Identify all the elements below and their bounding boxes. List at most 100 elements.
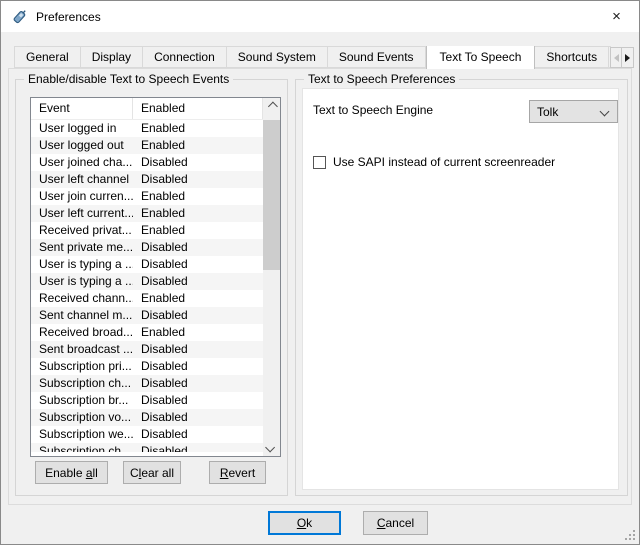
engine-label: Text to Speech Engine [313,103,433,117]
list-scrollbar[interactable] [263,98,280,456]
tab[interactable]: Shortcuts [535,46,609,68]
event-status-cell: Disabled [133,375,263,392]
event-row[interactable]: User join curren... Enabled [31,188,263,205]
event-row[interactable]: Subscription pri... Disabled [31,358,263,375]
event-name-cell: Subscription pri... [31,358,133,375]
tts-preferences-panel: Text to Speech Engine Tolk Use SAPI inst… [302,88,619,490]
close-button[interactable]: × [594,1,639,31]
event-row[interactable]: Received privat... Enabled [31,222,263,239]
revert-button[interactable]: Revert [209,461,266,484]
event-row[interactable]: User left channel Disabled [31,171,263,188]
event-row[interactable]: Subscription vo... Disabled [31,409,263,426]
tts-group-title: Text to Speech Preferences [304,72,459,86]
close-icon: × [612,8,621,25]
event-name-cell: Received privat... [31,222,133,239]
event-row[interactable]: Received chann... Enabled [31,290,263,307]
event-status-cell: Disabled [133,341,263,358]
event-status-cell: Disabled [133,273,263,290]
tab-label: General [26,50,69,64]
event-row[interactable]: User joined cha... Disabled [31,154,263,171]
event-row[interactable]: Subscription br... Disabled [31,392,263,409]
list-rows: User logged in Enabled User logged out E… [31,120,263,452]
event-row[interactable]: User left current... Enabled [31,205,263,222]
events-group-title: Enable/disable Text to Speech Events [24,72,233,86]
event-row[interactable]: Subscription ch... Disabled [31,443,263,452]
clear-all-button[interactable]: Clear all [123,461,181,484]
window-title: Preferences [36,10,101,24]
event-status-cell: Enabled [133,120,263,137]
event-status-cell: Enabled [133,222,263,239]
app-icon [11,8,28,25]
scrollbar-thumb[interactable] [263,120,280,270]
event-status-cell: Disabled [133,443,263,452]
tab-label: Display [92,50,131,64]
event-row[interactable]: Sent private me... Disabled [31,239,263,256]
event-row[interactable]: Subscription we... Disabled [31,426,263,443]
event-name-cell: Subscription ch... [31,443,133,452]
event-status-cell: Enabled [133,137,263,154]
event-name-cell: Subscription we... [31,426,133,443]
tab-label: Connection [154,50,215,64]
tab-label: Sound Events [339,50,414,64]
chevron-down-icon [600,107,610,117]
event-row[interactable]: Received broad... Enabled [31,324,263,341]
sapi-checkbox-row[interactable]: Use SAPI instead of current screenreader [313,155,555,169]
event-status-cell: Disabled [133,409,263,426]
event-status-cell: Enabled [133,188,263,205]
tts-engine-select[interactable]: Tolk [529,100,618,123]
tts-events-list[interactable]: Event Enabled User logged in Enabled Use… [30,97,281,457]
tab-scroll-right-button[interactable] [622,47,634,68]
event-row[interactable]: Sent channel m... Disabled [31,307,263,324]
tts-engine-value: Tolk [537,105,558,119]
sapi-checkbox-label: Use SAPI instead of current screenreader [333,155,555,169]
ok-button[interactable]: Ok [268,511,341,535]
tab-label: Text To Speech [440,50,522,64]
tab[interactable]: Sound System [227,46,328,68]
event-row[interactable]: User logged out Enabled [31,137,263,154]
event-row[interactable]: User is typing a ... Disabled [31,273,263,290]
tab[interactable]: Connection [143,46,227,68]
scroll-down-button[interactable] [263,439,280,456]
event-status-cell: Enabled [133,290,263,307]
event-name-cell: Received chann... [31,290,133,307]
event-status-cell: Enabled [133,324,263,341]
tab[interactable]: Text To Speech [426,46,536,69]
event-name-cell: User is typing a ... [31,273,133,290]
event-name-cell: User joined cha... [31,154,133,171]
event-status-cell: Disabled [133,239,263,256]
event-name-cell: User logged in [31,120,133,137]
tab-scroll-left-button[interactable] [610,47,622,68]
arrow-left-icon [610,54,619,62]
tab[interactable]: General [14,46,81,68]
sapi-checkbox[interactable] [313,156,326,169]
tab[interactable]: Sound Events [328,46,426,68]
tab[interactable]: Display [81,46,143,68]
cancel-button[interactable]: Cancel [363,511,428,535]
event-name-cell: User logged out [31,137,133,154]
tab-scroll-buttons [610,47,634,68]
event-row[interactable]: Subscription ch... Disabled [31,375,263,392]
chevron-up-icon [268,102,278,112]
event-name-cell: Subscription vo... [31,409,133,426]
event-row[interactable]: User is typing a ... Disabled [31,256,263,273]
event-name-cell: Subscription ch... [31,375,133,392]
column-header-enabled[interactable]: Enabled [133,98,263,119]
scroll-up-button[interactable] [263,98,280,115]
event-status-cell: Enabled [133,205,263,222]
event-name-cell: User left current... [31,205,133,222]
tab-bar: General Display Connection Sound System … [14,46,611,70]
column-header-event[interactable]: Event [31,98,133,119]
resize-grip[interactable] [624,529,636,541]
events-group-box: Enable/disable Text to Speech Events Eve… [15,79,288,496]
enable-all-button[interactable]: Enable all [35,461,108,484]
event-row[interactable]: User logged in Enabled [31,120,263,137]
event-row[interactable]: Sent broadcast ... Disabled [31,341,263,358]
event-status-cell: Disabled [133,154,263,171]
preferences-dialog: Preferences × General Display Connection… [0,0,640,545]
title-bar[interactable]: Preferences × [1,1,639,32]
tab-label: Sound System [238,50,316,64]
event-status-cell: Disabled [133,392,263,409]
event-status-cell: Disabled [133,256,263,273]
event-name-cell: User join curren... [31,188,133,205]
arrow-right-icon [625,54,634,62]
